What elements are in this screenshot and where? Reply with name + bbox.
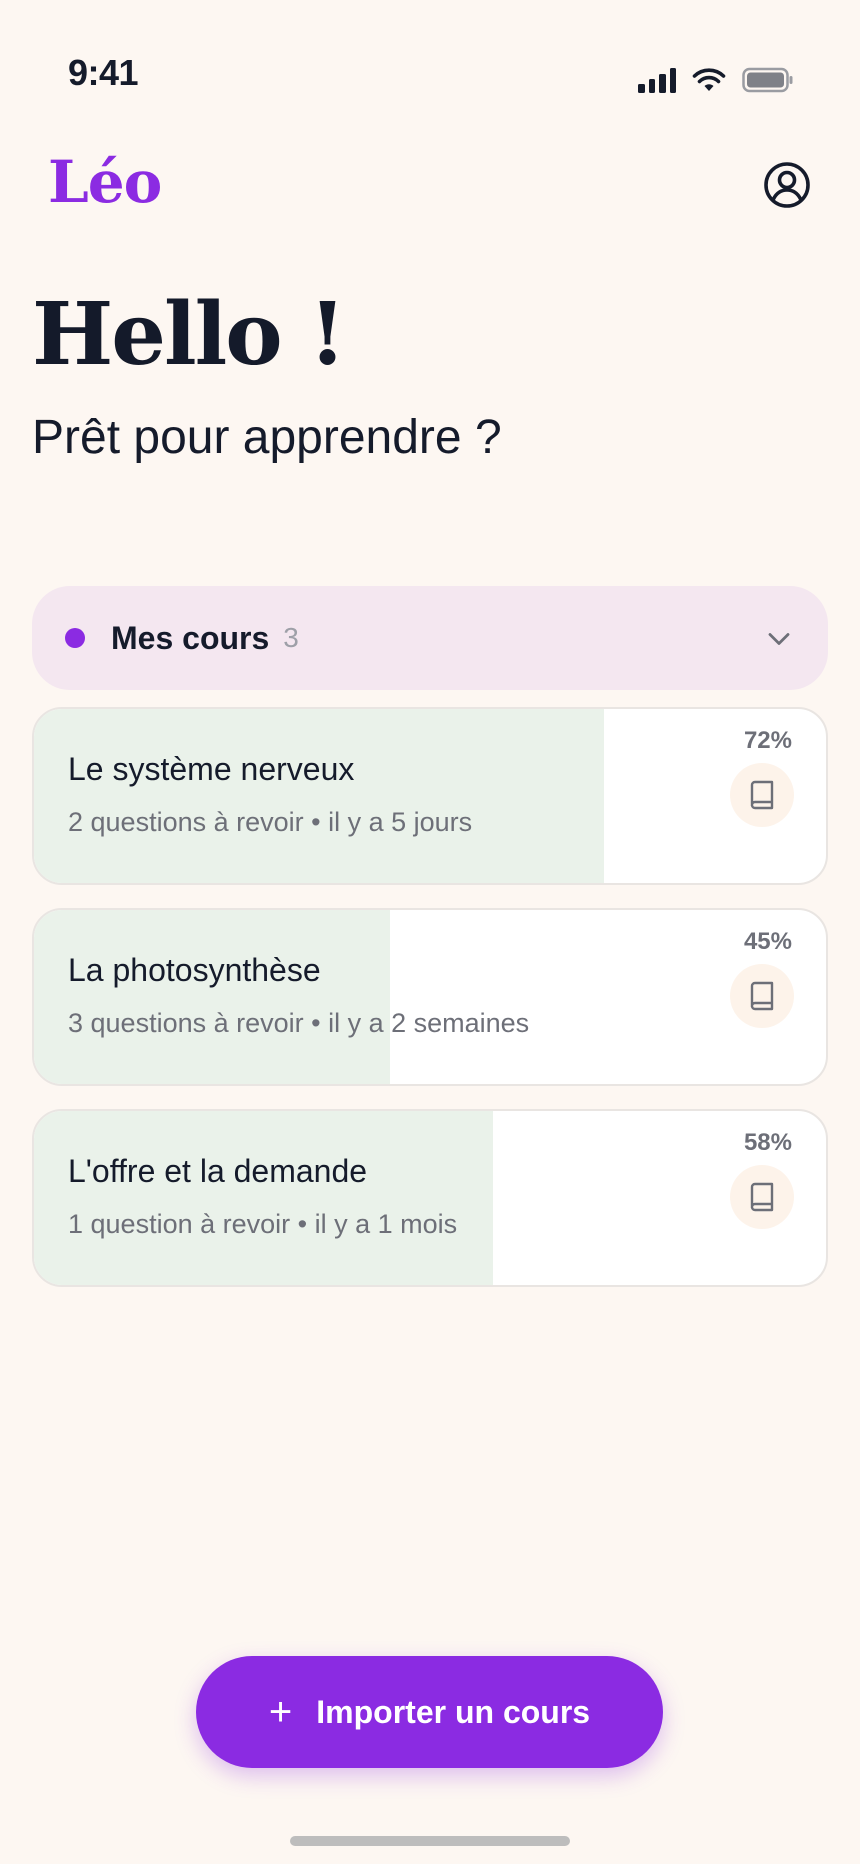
course-card[interactable]: L'offre et la demande 1 question à revoir… <box>32 1109 828 1287</box>
battery-icon <box>742 67 794 93</box>
import-button-label: Importer un cours <box>316 1693 591 1730</box>
courses-section-toggle[interactable]: Mes cours 3 <box>32 586 828 690</box>
book-icon <box>750 780 774 810</box>
progress-fill <box>34 910 391 1084</box>
book-badge <box>730 964 794 1028</box>
user-circle-icon <box>764 162 810 208</box>
cellular-signal-icon <box>638 67 676 93</box>
status-icons <box>638 62 794 98</box>
course-percent: 45% <box>743 928 792 955</box>
progress-fill <box>34 1111 494 1285</box>
section-dot <box>65 628 85 648</box>
course-meta: 2 questions à revoir • il y a 5 jours <box>68 807 473 837</box>
status-bar: 9:41 <box>0 0 860 140</box>
course-title: Le système nerveux <box>68 751 355 787</box>
chevron-down-icon <box>768 633 790 645</box>
course-title: L'offre et la demande <box>68 1153 368 1189</box>
book-icon <box>750 1182 774 1212</box>
course-card[interactable]: Le système nerveux 2 questions à revoir •… <box>32 707 828 885</box>
greeting-title: Hello ! <box>32 284 346 385</box>
book-badge <box>730 763 794 827</box>
course-percent: 72% <box>743 727 792 754</box>
book-badge <box>730 1165 794 1229</box>
plus-icon: + <box>268 1690 293 1734</box>
app-logo: Léo <box>48 148 162 216</box>
course-percent: 58% <box>743 1129 792 1156</box>
course-title: La photosynthèse <box>68 952 321 988</box>
greeting-subtitle: Prêt pour apprendre ? <box>32 411 502 464</box>
status-time: 9:41 <box>68 52 139 93</box>
progress-fill <box>34 709 605 883</box>
course-meta: 3 questions à revoir • il y a 2 semaines <box>68 1008 530 1038</box>
import-course-button[interactable]: + Importer un cours <box>196 1656 663 1768</box>
course-card[interactable]: La photosynthèse 3 questions à revoir • i… <box>32 908 828 1086</box>
book-icon <box>750 981 774 1011</box>
section-count: 3 <box>283 622 299 653</box>
course-meta: 1 question à revoir • il y a 1 mois <box>68 1209 458 1239</box>
section-title: Mes cours <box>111 619 270 656</box>
wifi-icon <box>692 67 726 93</box>
home-indicator <box>290 1836 570 1846</box>
profile-button[interactable] <box>763 161 811 209</box>
